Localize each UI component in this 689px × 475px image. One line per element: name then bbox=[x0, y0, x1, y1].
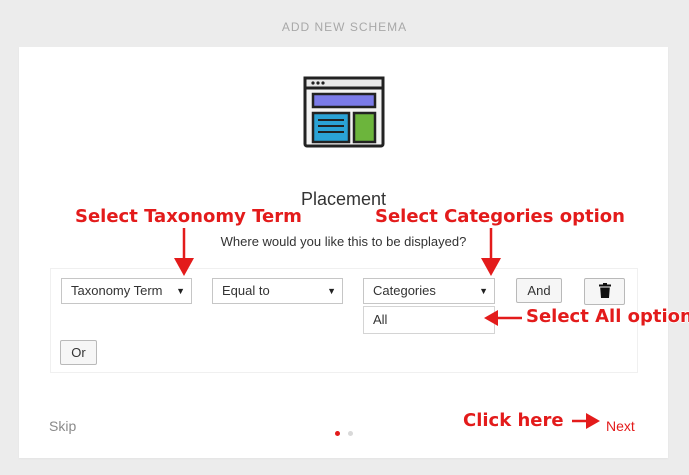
chevron-down-icon: ▼ bbox=[176, 286, 185, 296]
chevron-down-icon: ▼ bbox=[479, 286, 488, 296]
taxonomy-select-value: Taxonomy Term bbox=[71, 283, 163, 298]
annotation-click-here: Click here bbox=[463, 410, 564, 431]
chevron-down-icon: ▼ bbox=[327, 286, 336, 296]
placement-subheading: Where would you like this to be displaye… bbox=[220, 234, 467, 249]
annotation-select-categories: Select Categories option bbox=[375, 206, 625, 227]
term-value-dropdown[interactable]: All bbox=[363, 306, 495, 334]
condition-select-value: Equal to bbox=[222, 283, 270, 298]
taxonomy-select[interactable]: Taxonomy Term ▼ bbox=[61, 278, 192, 304]
arrow-left-icon bbox=[484, 310, 522, 326]
browser-layout-icon bbox=[303, 76, 385, 148]
pagination-dots bbox=[335, 423, 357, 441]
and-button[interactable]: And bbox=[516, 278, 562, 303]
or-button[interactable]: Or bbox=[60, 340, 97, 365]
next-button[interactable]: Next bbox=[606, 418, 635, 434]
pagination-dot-active bbox=[335, 431, 340, 436]
delete-rule-button[interactable] bbox=[584, 278, 625, 305]
term-select[interactable]: Categories ▼ bbox=[363, 278, 495, 304]
trash-icon bbox=[598, 283, 611, 298]
arrow-right-icon bbox=[572, 413, 600, 429]
skip-link[interactable]: Skip bbox=[49, 418, 76, 434]
arrow-down-icon bbox=[481, 228, 501, 276]
wizard-card: Placement Where would you like this to b… bbox=[19, 47, 668, 458]
term-value-label: All bbox=[373, 312, 388, 327]
page-title: ADD NEW SCHEMA bbox=[281, 20, 408, 34]
term-select-value: Categories bbox=[373, 283, 436, 298]
pagination-dot bbox=[348, 431, 354, 436]
arrow-down-icon bbox=[174, 228, 194, 276]
annotation-select-taxonomy: Select Taxonomy Term bbox=[75, 206, 302, 227]
condition-select[interactable]: Equal to ▼ bbox=[212, 278, 343, 304]
annotation-select-all: Select All option bbox=[526, 306, 689, 327]
